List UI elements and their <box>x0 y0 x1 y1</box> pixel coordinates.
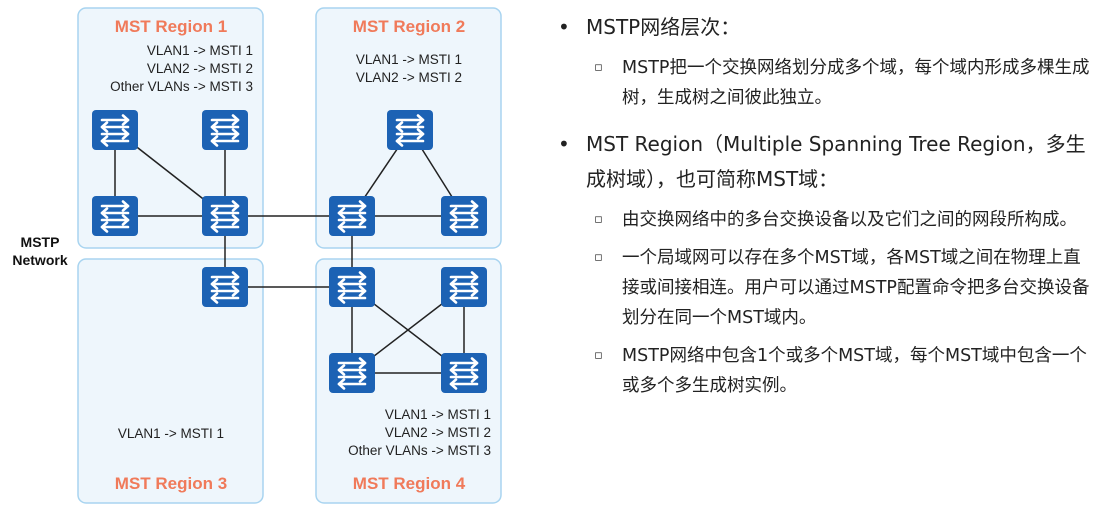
bullet-item: • MST Region（Multiple Spanning Tree Regi… <box>556 127 1092 197</box>
sub-bullet-item: ▫ MSTP把一个交换网络划分成多个域，每个域内形成多棵生成树，生成树之间彼此独… <box>556 53 1092 113</box>
switch-icon <box>200 194 250 238</box>
sub-bullet-marker: ▫ <box>594 60 603 75</box>
switch-icon <box>439 265 489 309</box>
sub-bullet-text: MSTP把一个交换网络划分成多个域，每个域内形成多棵生成树，生成树之间彼此独立。 <box>622 58 1090 108</box>
switch-icon <box>90 108 140 152</box>
sub-bullet-marker: ▫ <box>594 212 603 227</box>
sub-bullet-text: 由交换网络中的多台交换设备以及它们之间的网段所构成。 <box>622 210 1077 230</box>
region-2-mapping: VLAN1 -> MSTI 1 <box>356 52 462 67</box>
switch-icon <box>90 194 140 238</box>
sub-bullet-marker: ▫ <box>594 250 603 265</box>
switch-icon <box>327 194 377 238</box>
bullet-item: • MSTP网络层次： <box>556 10 1092 45</box>
region-2-mapping: VLAN2 -> MSTI 2 <box>356 70 462 85</box>
region-1-mapping: Other VLANs -> MSTI 3 <box>110 79 253 94</box>
region-3-mapping: VLAN1 -> MSTI 1 <box>118 426 224 441</box>
mstp-network-label: MSTP <box>21 234 60 250</box>
region-4-mapping: VLAN1 -> MSTI 1 <box>385 407 491 422</box>
switch-icon <box>327 265 377 309</box>
switch-icon <box>439 194 489 238</box>
region-1-mapping: VLAN2 -> MSTI 2 <box>147 61 253 76</box>
region-4-mapping: Other VLANs -> MSTI 3 <box>348 443 491 458</box>
bullet-text: MST Region（Multiple Spanning Tree Region… <box>586 132 1086 191</box>
mstp-network-label: Network <box>12 252 67 268</box>
switch-icon <box>439 351 489 395</box>
switch-icon <box>385 108 435 152</box>
region-4-mapping: VLAN2 -> MSTI 2 <box>385 425 491 440</box>
sub-bullet-text: MSTP网络中包含1个或多个MST域，每个MST域中包含一个或多个多生成树实例。 <box>622 346 1087 396</box>
region-1-title: MST Region 1 <box>115 17 227 36</box>
sub-bullet-item: ▫ 由交换网络中的多台交换设备以及它们之间的网段所构成。 <box>556 205 1092 235</box>
notes-panel: • MSTP网络层次： ▫ MSTP把一个交换网络划分成多个域，每个域内形成多棵… <box>556 6 1092 401</box>
region-2-title: MST Region 2 <box>353 17 465 36</box>
bullet-dot: • <box>558 132 570 156</box>
region-3-title: MST Region 3 <box>115 474 227 493</box>
switch-icon <box>327 351 377 395</box>
sub-bullet-text: 一个局域网可以存在多个MST域，各MST域之间在物理上直接或间接相连。用户可以通… <box>622 248 1090 328</box>
mstp-network-diagram: MST Region 1 MST Region 2 MST Region 3 M… <box>12 7 502 504</box>
bullet-dot: • <box>558 15 570 39</box>
sub-bullet-item: ▫ 一个局域网可以存在多个MST域，各MST域之间在物理上直接或间接相连。用户可… <box>556 243 1092 333</box>
sub-bullet-item: ▫ MSTP网络中包含1个或多个MST域，每个MST域中包含一个或多个多生成树实… <box>556 341 1092 401</box>
sub-bullet-marker: ▫ <box>594 348 603 363</box>
switch-icon <box>200 265 250 309</box>
region-1-mapping: VLAN1 -> MSTI 1 <box>147 43 253 58</box>
switch-icon <box>200 108 250 152</box>
bullet-text: MSTP网络层次： <box>586 15 741 39</box>
region-4-title: MST Region 4 <box>353 474 466 493</box>
